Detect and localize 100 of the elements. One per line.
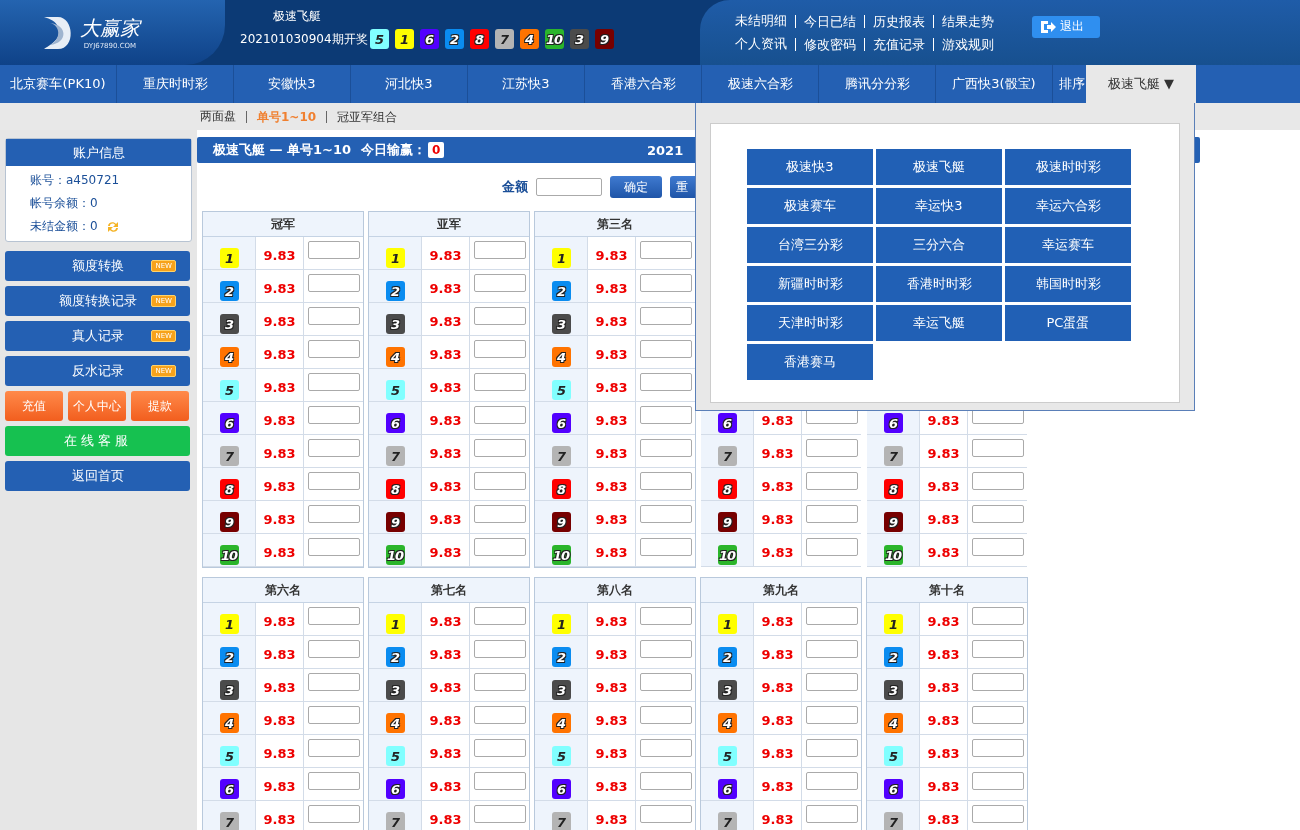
- confirm-button[interactable]: 确定: [610, 176, 662, 198]
- bet-field[interactable]: [971, 673, 1024, 691]
- game-menu-item[interactable]: 新疆时时彩: [747, 266, 873, 302]
- header-link[interactable]: 充值记录: [864, 37, 925, 51]
- bet-field[interactable]: [307, 640, 360, 658]
- bet-field[interactable]: [473, 673, 526, 691]
- bet-field[interactable]: [971, 472, 1024, 490]
- bet-field[interactable]: [473, 241, 526, 259]
- bet-field[interactable]: [473, 274, 526, 292]
- bet-field[interactable]: [805, 472, 858, 490]
- bet-field[interactable]: [805, 538, 858, 556]
- bet-field[interactable]: [473, 640, 526, 658]
- bet-field[interactable]: [473, 472, 526, 490]
- bet-field[interactable]: [805, 706, 858, 724]
- bet-field[interactable]: [639, 706, 692, 724]
- bet-field[interactable]: [971, 706, 1024, 724]
- game-menu-item[interactable]: 幸运快3: [876, 188, 1002, 224]
- game-menu-item[interactable]: 香港赛马: [747, 344, 873, 380]
- bet-field[interactable]: [971, 538, 1024, 556]
- bet-field[interactable]: [971, 772, 1024, 790]
- bet-field[interactable]: [639, 607, 692, 625]
- bet-field[interactable]: [639, 538, 692, 556]
- bet-field[interactable]: [639, 673, 692, 691]
- bet-field[interactable]: [473, 505, 526, 523]
- bet-field[interactable]: [307, 472, 360, 490]
- bet-field[interactable]: [805, 640, 858, 658]
- header-link[interactable]: 今日已结: [795, 14, 856, 28]
- bet-field[interactable]: [473, 340, 526, 358]
- header-link[interactable]: 结果走势: [933, 14, 994, 28]
- bet-field[interactable]: [307, 274, 360, 292]
- bet-field[interactable]: [805, 505, 858, 523]
- bet-field[interactable]: [473, 439, 526, 457]
- bet-field[interactable]: [307, 373, 360, 391]
- refresh-icon[interactable]: [105, 219, 120, 234]
- game-menu-item[interactable]: 幸运赛车: [1005, 227, 1131, 263]
- game-menu-item[interactable]: 三分六合: [876, 227, 1002, 263]
- sub-tab[interactable]: 冠亚军组合: [326, 110, 398, 123]
- bet-field[interactable]: [639, 274, 692, 292]
- bet-field[interactable]: [805, 739, 858, 757]
- bet-field[interactable]: [971, 805, 1024, 823]
- bet-field[interactable]: [639, 772, 692, 790]
- bet-field[interactable]: [639, 472, 692, 490]
- bet-field[interactable]: [473, 772, 526, 790]
- game-menu-item[interactable]: 韩国时时彩: [1005, 266, 1131, 302]
- bet-field[interactable]: [639, 439, 692, 457]
- bet-field[interactable]: [473, 406, 526, 424]
- bet-field[interactable]: [639, 805, 692, 823]
- bet-field[interactable]: [307, 772, 360, 790]
- bet-field[interactable]: [307, 706, 360, 724]
- bet-field[interactable]: [473, 805, 526, 823]
- bet-field[interactable]: [307, 739, 360, 757]
- bet-field[interactable]: [639, 640, 692, 658]
- home-button[interactable]: 返回首页: [5, 461, 190, 491]
- bet-field[interactable]: [307, 505, 360, 523]
- game-menu-item[interactable]: 香港时时彩: [876, 266, 1002, 302]
- game-menu-item[interactable]: 幸运六合彩: [1005, 188, 1131, 224]
- bet-field[interactable]: [971, 739, 1024, 757]
- game-menu-item[interactable]: 幸运飞艇: [876, 305, 1002, 341]
- bet-field[interactable]: [971, 505, 1024, 523]
- header-link[interactable]: 个人资讯: [735, 35, 787, 53]
- bet-field[interactable]: [639, 307, 692, 325]
- bet-field[interactable]: [473, 739, 526, 757]
- game-menu-item[interactable]: 极速时时彩: [1005, 149, 1131, 185]
- bet-field[interactable]: [639, 241, 692, 259]
- bet-field[interactable]: [473, 307, 526, 325]
- amount-field[interactable]: [536, 178, 602, 196]
- bet-field[interactable]: [307, 241, 360, 259]
- header-link[interactable]: 修改密码: [795, 37, 856, 51]
- bet-field[interactable]: [473, 373, 526, 391]
- bet-field[interactable]: [805, 772, 858, 790]
- bet-field[interactable]: [971, 607, 1024, 625]
- bet-field[interactable]: [307, 307, 360, 325]
- logout-button[interactable]: 退出: [1032, 15, 1100, 38]
- bet-field[interactable]: [307, 805, 360, 823]
- game-menu-item[interactable]: 台湾三分彩: [747, 227, 873, 263]
- sub-tab[interactable]: 两面盘: [200, 108, 236, 125]
- bet-field[interactable]: [805, 805, 858, 823]
- nav-tab[interactable]: 极速飞艇 ▼: [1086, 65, 1196, 103]
- bet-field[interactable]: [639, 505, 692, 523]
- header-link[interactable]: 未结明细: [735, 12, 787, 30]
- bet-field[interactable]: [473, 538, 526, 556]
- bet-field[interactable]: [473, 607, 526, 625]
- bet-field[interactable]: [971, 439, 1024, 457]
- game-menu-item[interactable]: 天津时时彩: [747, 305, 873, 341]
- bet-field[interactable]: [805, 439, 858, 457]
- game-menu-item[interactable]: 极速飞艇: [876, 149, 1002, 185]
- nav-tab[interactable]: 排序: [1053, 65, 1086, 103]
- header-link[interactable]: 历史报表: [864, 14, 925, 28]
- bet-field[interactable]: [639, 406, 692, 424]
- bet-field[interactable]: [639, 340, 692, 358]
- bet-field[interactable]: [639, 739, 692, 757]
- header-link[interactable]: 游戏规则: [933, 37, 994, 51]
- bet-field[interactable]: [473, 706, 526, 724]
- bet-field[interactable]: [639, 373, 692, 391]
- bet-field[interactable]: [307, 340, 360, 358]
- bet-field[interactable]: [307, 673, 360, 691]
- bet-field[interactable]: [805, 607, 858, 625]
- bet-field[interactable]: [971, 640, 1024, 658]
- game-menu-item[interactable]: 极速快3: [747, 149, 873, 185]
- bet-field[interactable]: [805, 673, 858, 691]
